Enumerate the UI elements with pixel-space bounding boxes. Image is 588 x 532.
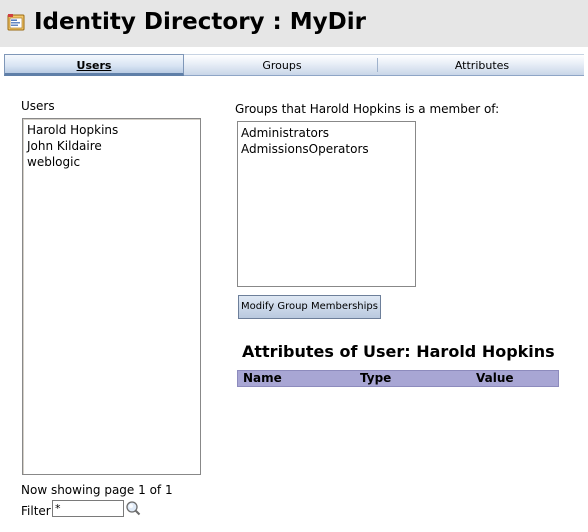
attributes-table-header: Name Type Value — [237, 370, 559, 387]
tab-bar: Users Groups Attributes — [4, 54, 584, 76]
tab-groups[interactable]: Groups — [184, 54, 380, 76]
users-label: Users — [21, 99, 55, 113]
list-item[interactable]: weblogic — [27, 154, 200, 170]
tab-attributes[interactable]: Attributes — [380, 54, 584, 76]
tab-users[interactable]: Users — [4, 54, 184, 76]
attributes-title: Attributes of User: Harold Hopkins — [242, 342, 555, 361]
list-item[interactable]: Harold Hopkins — [27, 122, 200, 138]
groups-listbox[interactable]: Administrators AdmissionsOperators — [237, 121, 416, 287]
filter-input[interactable] — [52, 500, 124, 517]
users-listbox[interactable]: Harold Hopkins John Kildaire weblogic — [22, 118, 201, 475]
groups-label: Groups that Harold Hopkins is a member o… — [235, 102, 500, 116]
filter-label: Filter — [21, 504, 51, 518]
list-item[interactable]: Administrators — [241, 125, 415, 141]
column-header-value[interactable]: Value — [476, 371, 514, 386]
column-header-type[interactable]: Type — [360, 371, 391, 386]
directory-icon — [7, 14, 25, 31]
list-item[interactable]: John Kildaire — [27, 138, 200, 154]
modify-group-memberships-button[interactable]: Modify Group Memberships — [238, 295, 381, 319]
column-header-name[interactable]: Name — [243, 371, 282, 386]
page-header: Identity Directory : MyDir — [0, 0, 588, 47]
list-item[interactable]: AdmissionsOperators — [241, 141, 415, 157]
tab-divider — [377, 58, 378, 72]
page-info: Now showing page 1 of 1 — [21, 483, 173, 497]
page-title: Identity Directory : MyDir — [34, 9, 366, 35]
search-icon[interactable] — [125, 500, 141, 516]
